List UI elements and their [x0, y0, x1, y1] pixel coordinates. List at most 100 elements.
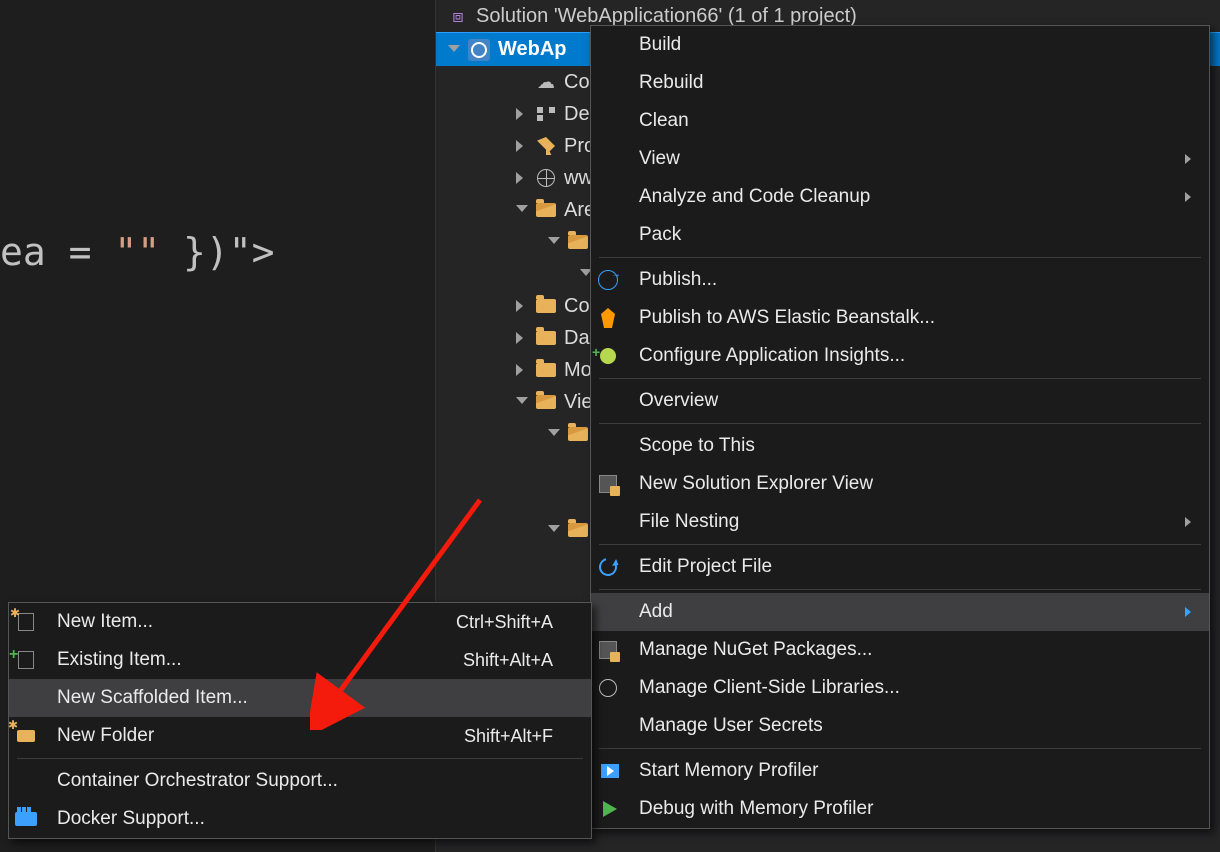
add-submenu[interactable]: New Item...Ctrl+Shift+A Existing Item... S…	[8, 602, 592, 839]
tree-arrow-icon[interactable]	[516, 140, 528, 152]
tree-arrow-icon[interactable]	[548, 237, 560, 249]
refresh-icon	[596, 555, 621, 580]
menu-item-label: Configure Application Insights...	[639, 345, 1171, 367]
menu-item[interactable]: Configure Application Insights...	[591, 337, 1209, 375]
menu-item[interactable]: New Item...Ctrl+Shift+A	[9, 603, 591, 641]
package-icon	[599, 475, 617, 493]
menu-item-label: Start Memory Profiler	[639, 760, 1171, 782]
existing-item-icon	[18, 651, 34, 669]
menu-item[interactable]: Manage User Secrets	[591, 707, 1209, 745]
lightbulb-icon	[600, 348, 616, 364]
new-folder-icon	[17, 730, 35, 742]
editor-code-fragment: ea = "" })">	[0, 230, 275, 274]
solution-icon: ⧈	[448, 6, 468, 26]
menu-item[interactable]: File Nesting	[591, 503, 1209, 541]
tree-arrow-icon[interactable]	[516, 364, 528, 376]
folder-open-icon	[568, 427, 588, 441]
tree-arrow-icon[interactable]	[516, 172, 528, 184]
menu-item[interactable]: Publish to AWS Elastic Beanstalk...	[591, 299, 1209, 337]
menu-item[interactable]: Container Orchestrator Support...	[9, 762, 591, 800]
csproj-icon	[468, 39, 490, 61]
folder-open-icon	[536, 203, 556, 217]
tree-arrow-icon[interactable]	[516, 205, 528, 217]
menu-item-label: Docker Support...	[57, 808, 553, 830]
menu-item-label: Analyze and Code Cleanup	[639, 186, 1171, 208]
menu-item[interactable]: Debug with Memory Profiler	[591, 790, 1209, 828]
menu-item[interactable]: Edit Project File	[591, 548, 1209, 586]
menu-item[interactable]: Rebuild	[591, 64, 1209, 102]
menu-item-label: New Folder	[57, 725, 450, 747]
menu-item[interactable]: Add	[591, 593, 1209, 631]
menu-item-label: Existing Item...	[57, 649, 449, 671]
menu-item-label: File Nesting	[639, 511, 1171, 533]
aws-icon	[598, 308, 618, 328]
docker-icon	[15, 812, 37, 826]
menu-item[interactable]: Analyze and Code Cleanup	[591, 178, 1209, 216]
menu-item-label: Rebuild	[639, 72, 1171, 94]
menu-shortcut: Shift+Alt+A	[463, 650, 553, 671]
profiler-icon	[601, 764, 619, 778]
menu-item-label: Edit Project File	[639, 556, 1171, 578]
project-label: WebAp	[498, 38, 567, 61]
cloud-icon: ☁	[536, 72, 556, 92]
submenu-arrow-icon	[1185, 517, 1195, 527]
folder-open-icon	[568, 523, 588, 537]
menu-item-label: View	[639, 148, 1171, 170]
menu-item-label: Manage Client-Side Libraries...	[639, 677, 1171, 699]
tree-arrow-icon[interactable]	[516, 397, 528, 409]
menu-item[interactable]: Overview	[591, 382, 1209, 420]
folder-icon	[536, 299, 556, 313]
globe-icon	[537, 169, 555, 187]
menu-item[interactable]: Scope to This	[591, 427, 1209, 465]
menu-item[interactable]: Build	[591, 26, 1209, 64]
folder-icon	[536, 331, 556, 345]
menu-item[interactable]: New Scaffolded Item...	[9, 679, 591, 717]
menu-item[interactable]: Existing Item... Shift+Alt+A	[9, 641, 591, 679]
dependencies-icon	[537, 107, 555, 121]
tree-arrow-icon[interactable]	[516, 300, 528, 312]
project-context-menu[interactable]: Build Rebuild Clean View Analyze and Code Cl…	[590, 25, 1210, 829]
folder-open-icon	[536, 395, 556, 409]
menu-item-label: Build	[639, 34, 1171, 56]
globe-icon	[599, 679, 617, 697]
new-item-icon	[18, 613, 34, 631]
menu-item-label: Scope to This	[639, 435, 1171, 457]
menu-shortcut: Ctrl+Shift+A	[456, 612, 553, 633]
menu-item[interactable]: New Solution Explorer View	[591, 465, 1209, 503]
package-icon	[599, 641, 617, 659]
tree-arrow-icon[interactable]	[548, 429, 560, 441]
menu-item[interactable]: Start Memory Profiler	[591, 752, 1209, 790]
tree-arrow-icon[interactable]	[516, 332, 528, 344]
menu-item-label: Publish...	[639, 269, 1171, 291]
menu-item-label: Publish to AWS Elastic Beanstalk...	[639, 307, 1171, 329]
menu-item-label: Pack	[639, 224, 1171, 246]
menu-item-label: Manage User Secrets	[639, 715, 1171, 737]
submenu-arrow-icon	[1185, 607, 1195, 617]
play-icon	[603, 801, 617, 817]
submenu-arrow-icon	[1185, 192, 1195, 202]
menu-shortcut: Shift+Alt+F	[464, 726, 553, 747]
menu-item-label: New Solution Explorer View	[639, 473, 1171, 495]
menu-item-label: Debug with Memory Profiler	[639, 798, 1171, 820]
menu-item[interactable]: Clean	[591, 102, 1209, 140]
tree-arrow-icon[interactable]	[548, 525, 560, 537]
folder-open-icon	[568, 235, 588, 249]
menu-item-label: Container Orchestrator Support...	[57, 770, 553, 792]
menu-item[interactable]: New Folder Shift+Alt+F	[9, 717, 591, 755]
menu-item[interactable]: View	[591, 140, 1209, 178]
menu-item[interactable]: Manage Client-Side Libraries...	[591, 669, 1209, 707]
expand-arrow-icon[interactable]	[448, 45, 460, 57]
submenu-arrow-icon	[1185, 154, 1195, 164]
menu-item[interactable]: Pack	[591, 216, 1209, 254]
menu-item-label: New Scaffolded Item...	[57, 687, 553, 709]
menu-item-label: Clean	[639, 110, 1171, 132]
menu-item[interactable]: Manage NuGet Packages...	[591, 631, 1209, 669]
folder-icon	[536, 363, 556, 377]
menu-item-label: Add	[639, 601, 1171, 623]
publish-icon	[598, 270, 618, 290]
wrench-icon	[537, 137, 555, 155]
menu-item[interactable]: Docker Support...	[9, 800, 591, 838]
tree-arrow-icon[interactable]	[516, 108, 528, 120]
menu-item-label: Manage NuGet Packages...	[639, 639, 1171, 661]
menu-item[interactable]: Publish...	[591, 261, 1209, 299]
